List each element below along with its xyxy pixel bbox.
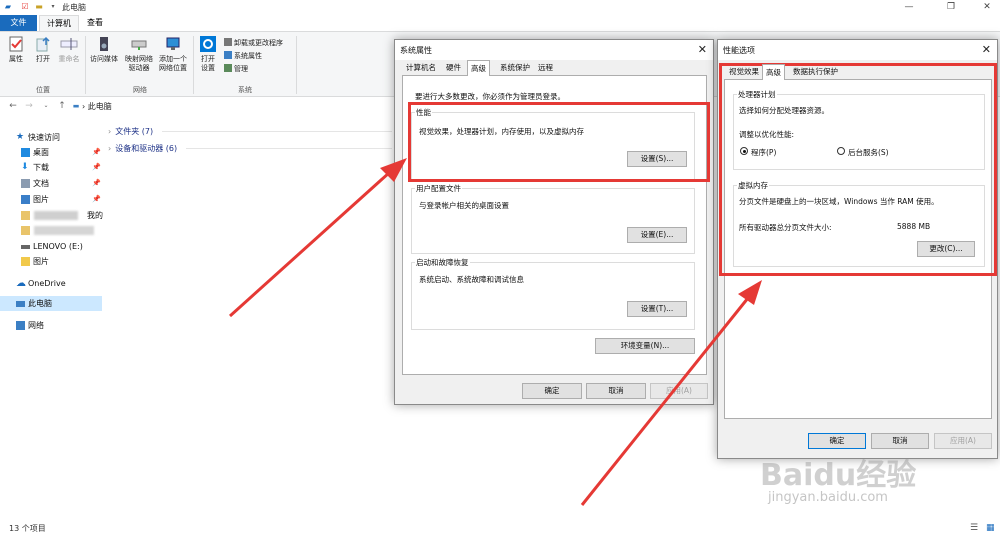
arrow-line-1 bbox=[228, 170, 392, 318]
tab-advanced[interactable]: 高级 bbox=[762, 64, 785, 80]
baidu-watermark-logo: Baidu经验 bbox=[760, 458, 917, 493]
baidu-watermark-url: jingyan.baidu.com bbox=[768, 490, 888, 505]
tab-advanced[interactable]: 高级 bbox=[467, 60, 490, 76]
arrow-line-2 bbox=[580, 297, 750, 506]
arrow-head-2 bbox=[738, 280, 762, 305]
